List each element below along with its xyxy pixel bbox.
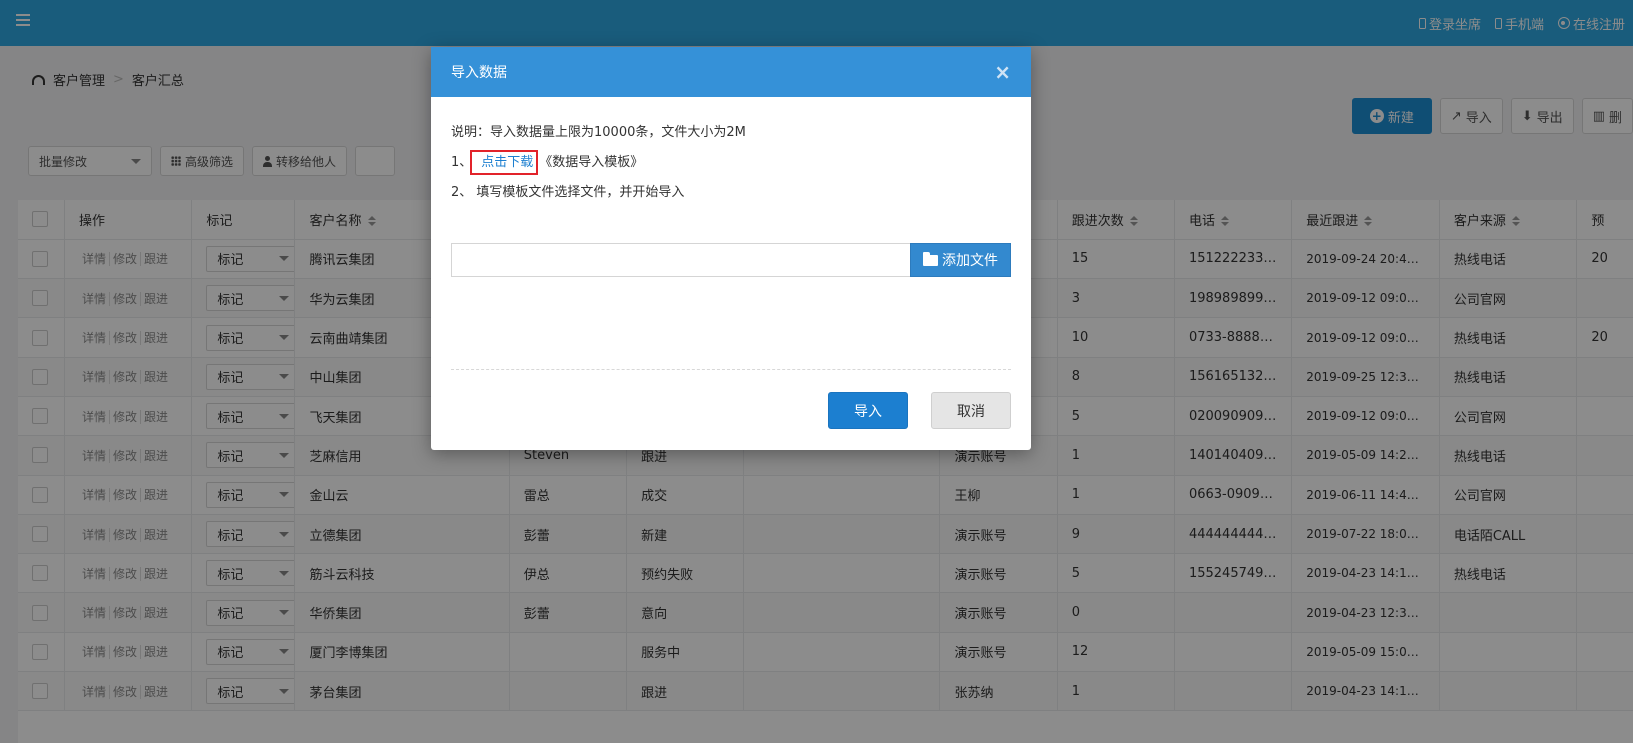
folder-open-icon — [923, 251, 938, 266]
file-path-input[interactable] — [451, 243, 910, 277]
confirm-import-button[interactable]: 导入 — [828, 392, 908, 429]
add-file-button[interactable]: 添加文件 — [910, 243, 1011, 277]
step-2: 2、 填写模板文件选择文件，并开始导入 — [451, 185, 685, 200]
add-file-label: 添加文件 — [942, 253, 998, 269]
modal-body: 说明：导入数据量上限为10000条，文件大小为2M 1、 点击下载 《数据导入模板》… — [431, 97, 1031, 277]
modal-footer: 导入 取消 — [828, 392, 1011, 429]
modal-title: 导入数据 — [451, 65, 507, 81]
import-data-modal: 导入数据 × 说明：导入数据量上限为10000条，文件大小为2M 1、 点击下载《… — [431, 47, 1031, 450]
close-icon[interactable]: × — [994, 62, 1011, 82]
download-template-link[interactable]: 点击下载 — [470, 150, 539, 175]
file-picker: 添加文件 — [451, 243, 1011, 277]
import-note: 说明：导入数据量上限为10000条，文件大小为2M — [451, 125, 746, 140]
template-name: 《数据导入模板》 — [539, 155, 644, 170]
step-1: 1、 点击下载 《数据导入模板》 — [451, 150, 1011, 183]
cancel-button[interactable]: 取消 — [931, 392, 1011, 429]
modal-header: 导入数据 × — [431, 47, 1031, 97]
modal-divider — [451, 369, 1011, 370]
